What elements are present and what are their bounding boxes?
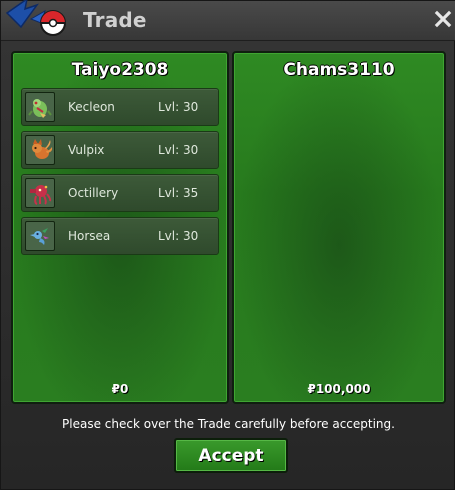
pokemon-list-left: Kecleon Lvl: 30 Vulpix Lvl: 30 Octillery… <box>21 88 219 260</box>
sprite-frame <box>25 135 55 165</box>
sprite-frame <box>25 92 55 122</box>
money-offer-left: ₽0 <box>111 382 129 396</box>
pokeball-logo-icon <box>5 0 66 36</box>
pokemon-level: Lvl: 30 <box>158 229 199 243</box>
trainer-name-left: Taiyo2308 <box>71 60 169 80</box>
pokemon-slot-octillery[interactable]: Octillery Lvl: 35 <box>21 174 219 212</box>
money-offer-right: ₽100,000 <box>307 382 371 396</box>
pokemon-slot-vulpix[interactable]: Vulpix Lvl: 30 <box>21 131 219 169</box>
pokemon-name: Horsea <box>68 229 111 243</box>
pokemon-slot-horsea[interactable]: Horsea Lvl: 30 <box>21 217 219 255</box>
vulpix-sprite-icon <box>32 139 53 159</box>
horsea-sprite-icon <box>30 228 49 245</box>
sprite-frame <box>25 178 55 208</box>
pokemon-name: Octillery <box>68 186 119 200</box>
kecleon-sprite-icon <box>28 99 52 118</box>
pokemon-level: Lvl: 30 <box>158 143 199 157</box>
my-offer-panel: Taiyo2308 Kecleon Lvl: 30 Vulpix Lvl: 30… <box>11 51 229 404</box>
pokemon-name: Vulpix <box>68 143 105 157</box>
window-title: Trade <box>83 8 147 32</box>
close-icon[interactable] <box>433 9 453 29</box>
trade-window: Trade Taiyo2308 Kecleon Lvl: 30 Vulpix L… <box>0 0 455 490</box>
pokemon-level: Lvl: 35 <box>158 186 199 200</box>
sprite-frame <box>25 221 55 251</box>
pokemon-level: Lvl: 30 <box>158 100 199 114</box>
accept-button[interactable]: Accept <box>174 438 288 473</box>
pokemon-slot-kecleon[interactable]: Kecleon Lvl: 30 <box>21 88 219 126</box>
octillery-sprite-icon <box>30 185 52 205</box>
partner-offer-panel: Chams3110 ₽100,000 <box>232 51 446 404</box>
trade-notice: Please check over the Trade carefully be… <box>62 417 395 431</box>
trainer-name-right: Chams3110 <box>283 60 395 80</box>
pokemon-name: Kecleon <box>68 100 115 114</box>
title-bar[interactable]: Trade <box>1 0 455 41</box>
accept-button-label: Accept <box>198 446 264 466</box>
